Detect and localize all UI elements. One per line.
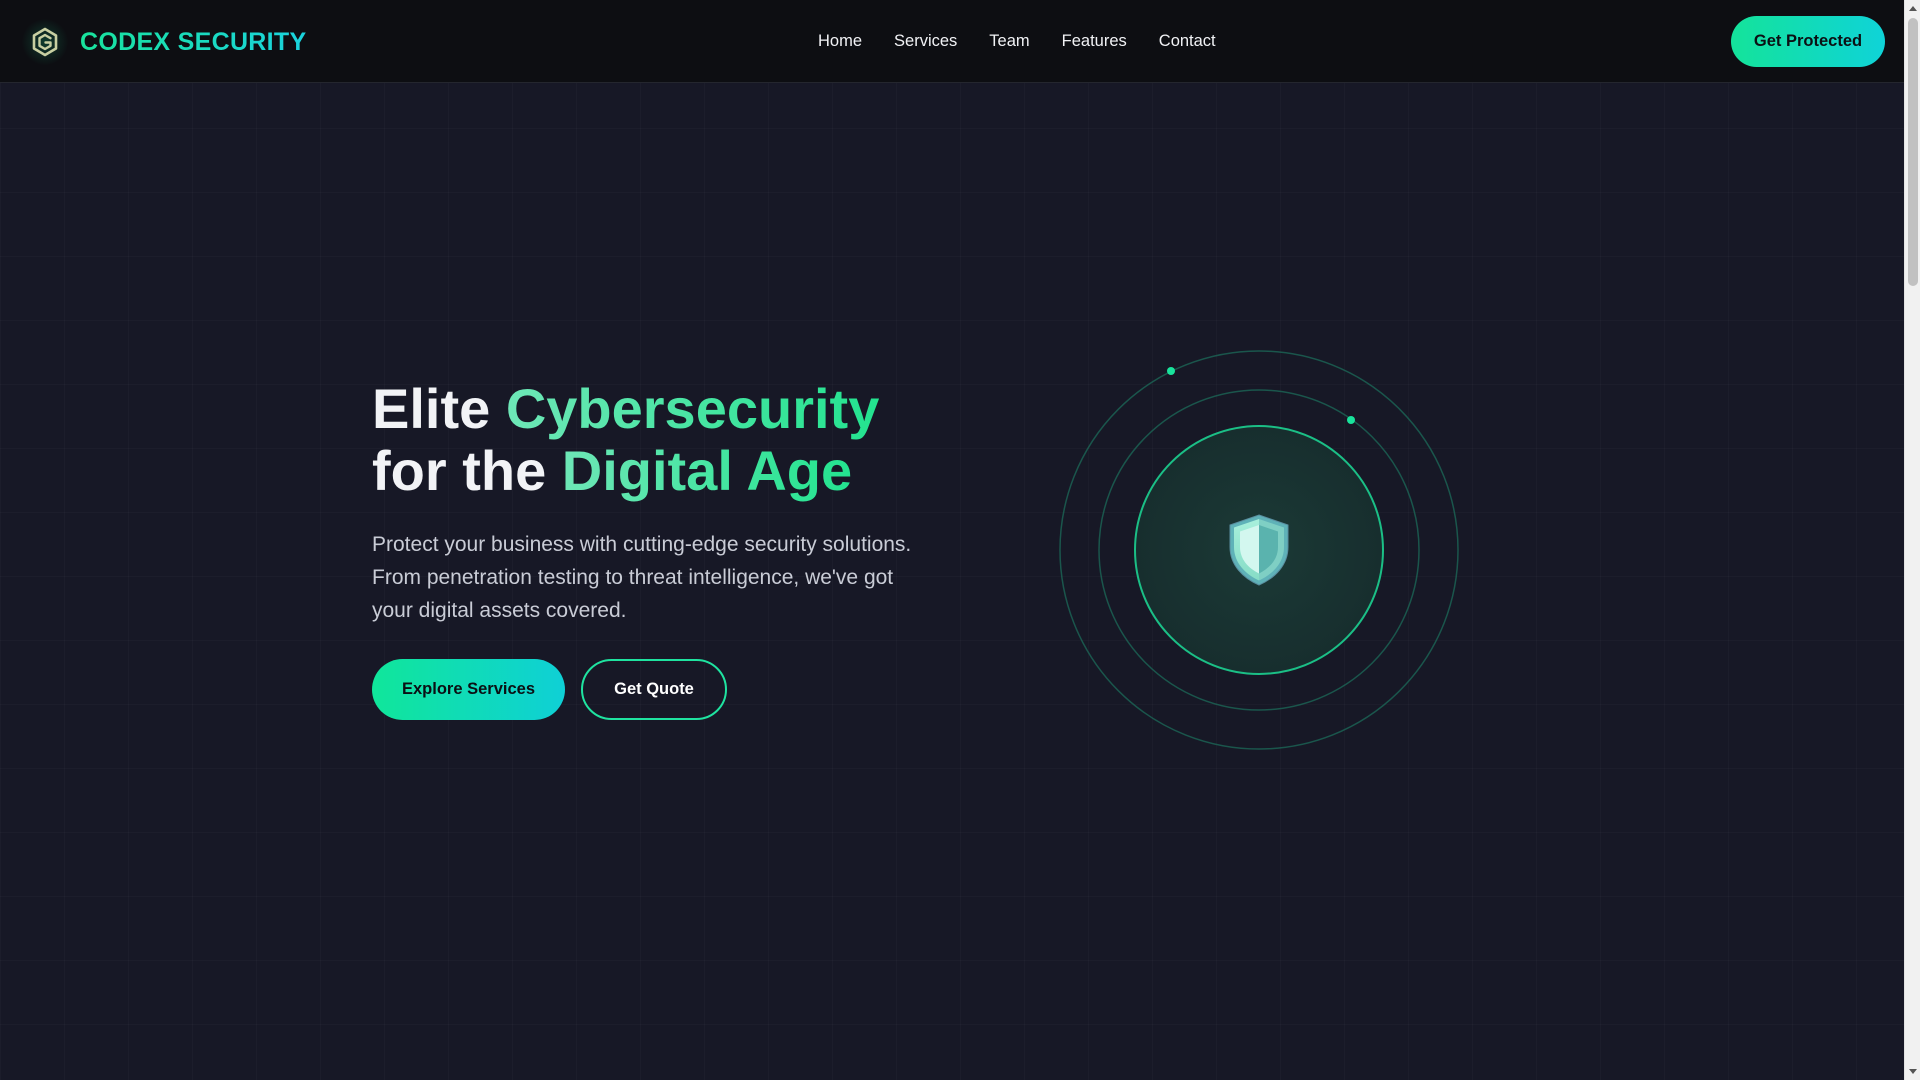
scrollbar-thumb[interactable] bbox=[1908, 18, 1918, 286]
orbit-dot bbox=[1167, 367, 1175, 375]
scroll-up-arrow-icon[interactable] bbox=[1905, 0, 1920, 16]
hero-title-line2-plain: for the bbox=[372, 439, 562, 502]
nav-link-services[interactable]: Services bbox=[894, 30, 957, 52]
get-protected-button[interactable]: Get Protected bbox=[1731, 16, 1885, 67]
hero-title-line1-plain: Elite bbox=[372, 377, 506, 440]
hero-title: Elite Cybersecurity for the Digital Age bbox=[372, 378, 972, 502]
vertical-scrollbar[interactable] bbox=[1904, 0, 1920, 1080]
nav-link-features[interactable]: Features bbox=[1062, 30, 1127, 52]
brand[interactable]: CODEX SECURITY bbox=[22, 18, 306, 66]
scroll-down-arrow-icon[interactable] bbox=[1905, 1064, 1920, 1080]
hero-visual bbox=[1058, 349, 1460, 751]
hero-title-line1-accent: Cybersecurity bbox=[505, 377, 880, 440]
hero-title-line2-accent: Digital Age bbox=[561, 439, 853, 502]
nav-link-contact[interactable]: Contact bbox=[1159, 30, 1216, 52]
hexagon-shield-logo-icon bbox=[22, 19, 68, 65]
hero-description: Protect your business with cutting-edge … bbox=[372, 533, 912, 622]
orbit-dot bbox=[1347, 416, 1355, 424]
nav-link-team[interactable]: Team bbox=[989, 30, 1029, 52]
main-nav: Home Services Team Features Contact bbox=[818, 30, 1248, 52]
site-header: CODEX SECURITY Home Services Team Featur… bbox=[0, 0, 1904, 83]
explore-services-button[interactable]: Explore Services bbox=[372, 659, 565, 720]
page: CODEX SECURITY Home Services Team Featur… bbox=[0, 0, 1904, 1080]
brand-name: CODEX SECURITY bbox=[80, 27, 307, 56]
nav-link-home[interactable]: Home bbox=[818, 30, 862, 52]
get-quote-button[interactable]: Get Quote bbox=[581, 659, 727, 720]
